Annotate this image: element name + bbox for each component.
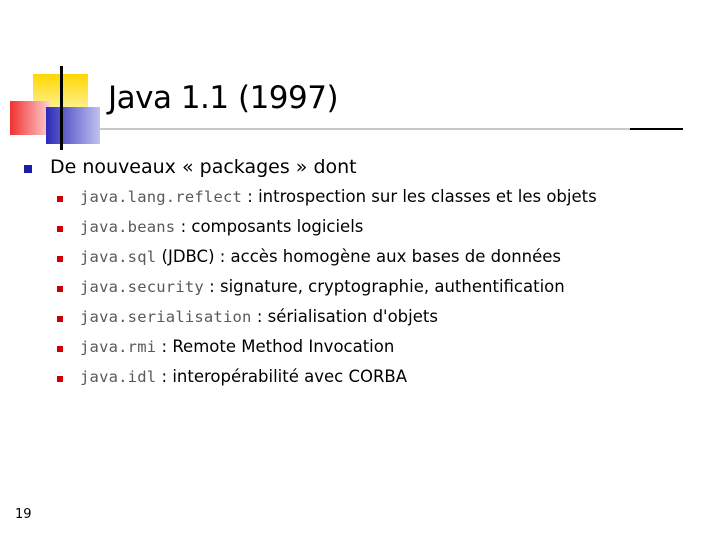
package-name: java.rmi: [80, 338, 157, 356]
package-description: : composants logiciels: [175, 217, 364, 236]
page-number: 19: [15, 507, 32, 522]
bullet-icon: [57, 286, 63, 292]
bullet-icon: [57, 346, 63, 352]
list-item: java.rmi : Remote Method Invocation: [80, 336, 394, 358]
package-name: java.serialisation: [80, 308, 252, 326]
bullet-icon: [57, 316, 63, 322]
list-item: java.beans : composants logiciels: [80, 216, 363, 238]
package-name: java.security: [80, 278, 204, 296]
package-description: : introspection sur les classes et les o…: [242, 187, 597, 206]
bullet-icon: [57, 226, 63, 232]
list-item: java.lang.reflect : introspection sur le…: [80, 186, 597, 208]
list-item: java.sql (JDBC) : accès homogène aux bas…: [80, 246, 561, 268]
package-name: java.sql: [80, 248, 157, 266]
bullet-level1-icon: [24, 165, 32, 173]
slide-content: De nouveaux « packages » dont java.lang.…: [0, 0, 720, 540]
package-name: java.idl: [80, 368, 157, 386]
list-item: java.security : signature, cryptographie…: [80, 276, 565, 298]
list-item: java.idl : interopérabilité avec CORBA: [80, 366, 407, 388]
package-name: java.lang.reflect: [80, 188, 243, 206]
package-description: : Remote Method Invocation: [156, 337, 395, 356]
package-description: : interopérabilité avec CORBA: [156, 367, 408, 386]
main-bullet-text: De nouveaux « packages » dont: [50, 156, 357, 178]
package-description: : signature, cryptographie, authentifica…: [203, 277, 565, 296]
package-description: (JDBC) : accès homogène aux bases de don…: [156, 247, 562, 266]
bullet-icon: [57, 376, 63, 382]
bullet-icon: [57, 256, 63, 262]
list-item: java.serialisation : sérialisation d'obj…: [80, 306, 438, 328]
package-description: : sérialisation d'objets: [251, 307, 438, 326]
package-name: java.beans: [80, 218, 176, 236]
bullet-icon: [57, 196, 63, 202]
